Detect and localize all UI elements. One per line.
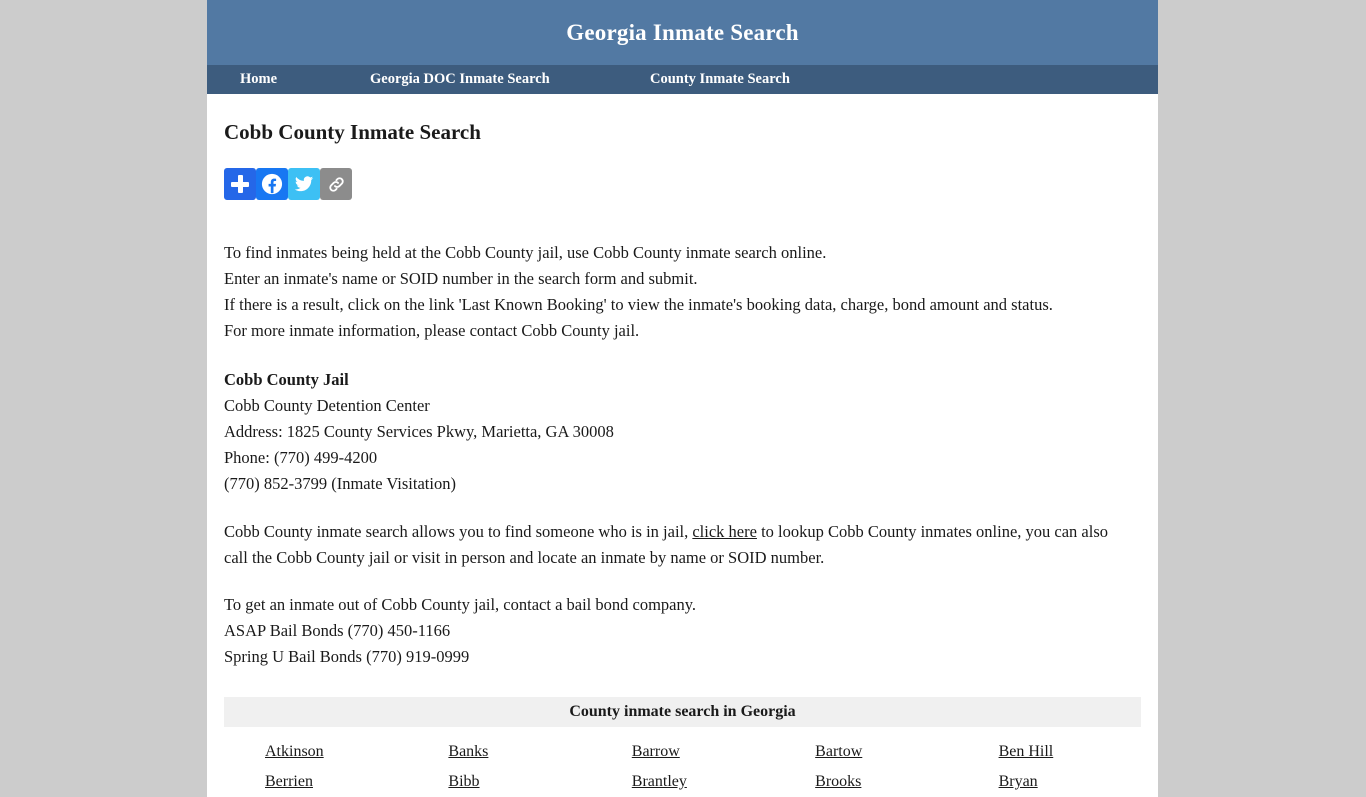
jail-name: Cobb County Jail bbox=[224, 370, 349, 389]
county-cell: Banks bbox=[407, 727, 590, 767]
bail-bonds-block: To get an inmate out of Cobb County jail… bbox=[224, 592, 1141, 670]
copy-link-icon bbox=[328, 176, 344, 192]
county-link-barrow[interactable]: Barrow bbox=[632, 743, 680, 760]
county-link-brooks[interactable]: Brooks bbox=[815, 773, 861, 790]
county-cell: Bryan bbox=[958, 767, 1141, 797]
intro-line-3: If there is a result, click on the link … bbox=[224, 295, 1053, 314]
county-cell: Atkinson bbox=[224, 727, 407, 767]
site-title: Georgia Inmate Search bbox=[566, 19, 799, 45]
share-plus-icon bbox=[231, 175, 249, 193]
nav-item-county-inmate-search[interactable]: County Inmate Search bbox=[650, 71, 890, 88]
intro-line-4: For more inmate information, please cont… bbox=[224, 321, 640, 340]
county-cell: Berrien bbox=[224, 767, 407, 797]
facebook-icon bbox=[261, 173, 283, 195]
county-link-ben-hill[interactable]: Ben Hill bbox=[999, 743, 1054, 760]
main-navigation: Home Georgia DOC Inmate Search County In… bbox=[207, 65, 1158, 94]
page-container: Georgia Inmate Search Home Georgia DOC I… bbox=[207, 0, 1158, 797]
county-table-caption: County inmate search in Georgia bbox=[224, 697, 1141, 727]
bail-intro: To get an inmate out of Cobb County jail… bbox=[224, 595, 697, 614]
county-link-bryan[interactable]: Bryan bbox=[999, 773, 1038, 790]
county-cell: Bibb bbox=[407, 767, 590, 797]
county-table-caption-row: County inmate search in Georgia bbox=[224, 697, 1141, 727]
click-here-link[interactable]: click here bbox=[692, 522, 757, 541]
intro-line-1: To find inmates being held at the Cobb C… bbox=[224, 243, 827, 262]
nav-item-georgia-doc-inmate-search[interactable]: Georgia DOC Inmate Search bbox=[370, 71, 650, 88]
share-buttons bbox=[224, 168, 1141, 200]
county-link-bartow[interactable]: Bartow bbox=[815, 743, 862, 760]
main-content: Cobb County Inmate Search To find inmate… bbox=[207, 120, 1158, 797]
search-paragraph-before: Cobb County inmate search allows you to … bbox=[224, 522, 693, 541]
bail-company-2: Spring U Bail Bonds (770) 919-0999 bbox=[224, 647, 470, 666]
jail-facility: Cobb County Detention Center bbox=[224, 396, 430, 415]
jail-phone: Phone: (770) 499-4200 bbox=[224, 448, 378, 467]
site-header: Georgia Inmate Search bbox=[207, 0, 1158, 65]
intro-line-2: Enter an inmate's name or SOID number in… bbox=[224, 269, 698, 288]
county-link-brantley[interactable]: Brantley bbox=[632, 773, 687, 790]
county-cell: Brantley bbox=[591, 767, 774, 797]
share-plus-button[interactable] bbox=[224, 168, 256, 200]
twitter-share-button[interactable] bbox=[288, 168, 320, 200]
table-row: Berrien Bibb Brantley Brooks Bryan bbox=[224, 767, 1141, 797]
copy-link-button[interactable] bbox=[320, 168, 352, 200]
jail-visitation-phone: (770) 852-3799 (Inmate Visitation) bbox=[224, 474, 456, 493]
county-link-atkinson[interactable]: Atkinson bbox=[265, 743, 324, 760]
county-cell: Bartow bbox=[774, 727, 957, 767]
page-title: Cobb County Inmate Search bbox=[224, 120, 481, 144]
facebook-share-button[interactable] bbox=[256, 168, 288, 200]
table-row: Atkinson Banks Barrow Bartow Ben Hill bbox=[224, 727, 1141, 767]
jail-info-block: Cobb County Jail Cobb County Detention C… bbox=[224, 367, 1141, 497]
twitter-icon bbox=[294, 176, 314, 192]
jail-address: Address: 1825 County Services Pkwy, Mari… bbox=[224, 422, 614, 441]
county-link-bibb[interactable]: Bibb bbox=[448, 773, 479, 790]
county-inmate-search-table: County inmate search in Georgia Atkinson… bbox=[224, 697, 1141, 797]
county-cell: Ben Hill bbox=[958, 727, 1141, 767]
county-link-berrien[interactable]: Berrien bbox=[265, 773, 313, 790]
county-cell: Brooks bbox=[774, 767, 957, 797]
intro-paragraph: To find inmates being held at the Cobb C… bbox=[224, 240, 1141, 344]
search-description-paragraph: Cobb County inmate search allows you to … bbox=[224, 519, 1124, 571]
county-link-banks[interactable]: Banks bbox=[448, 743, 488, 760]
county-cell: Barrow bbox=[591, 727, 774, 767]
nav-item-home[interactable]: Home bbox=[240, 71, 370, 88]
bail-company-1: ASAP Bail Bonds (770) 450-1166 bbox=[224, 621, 451, 640]
